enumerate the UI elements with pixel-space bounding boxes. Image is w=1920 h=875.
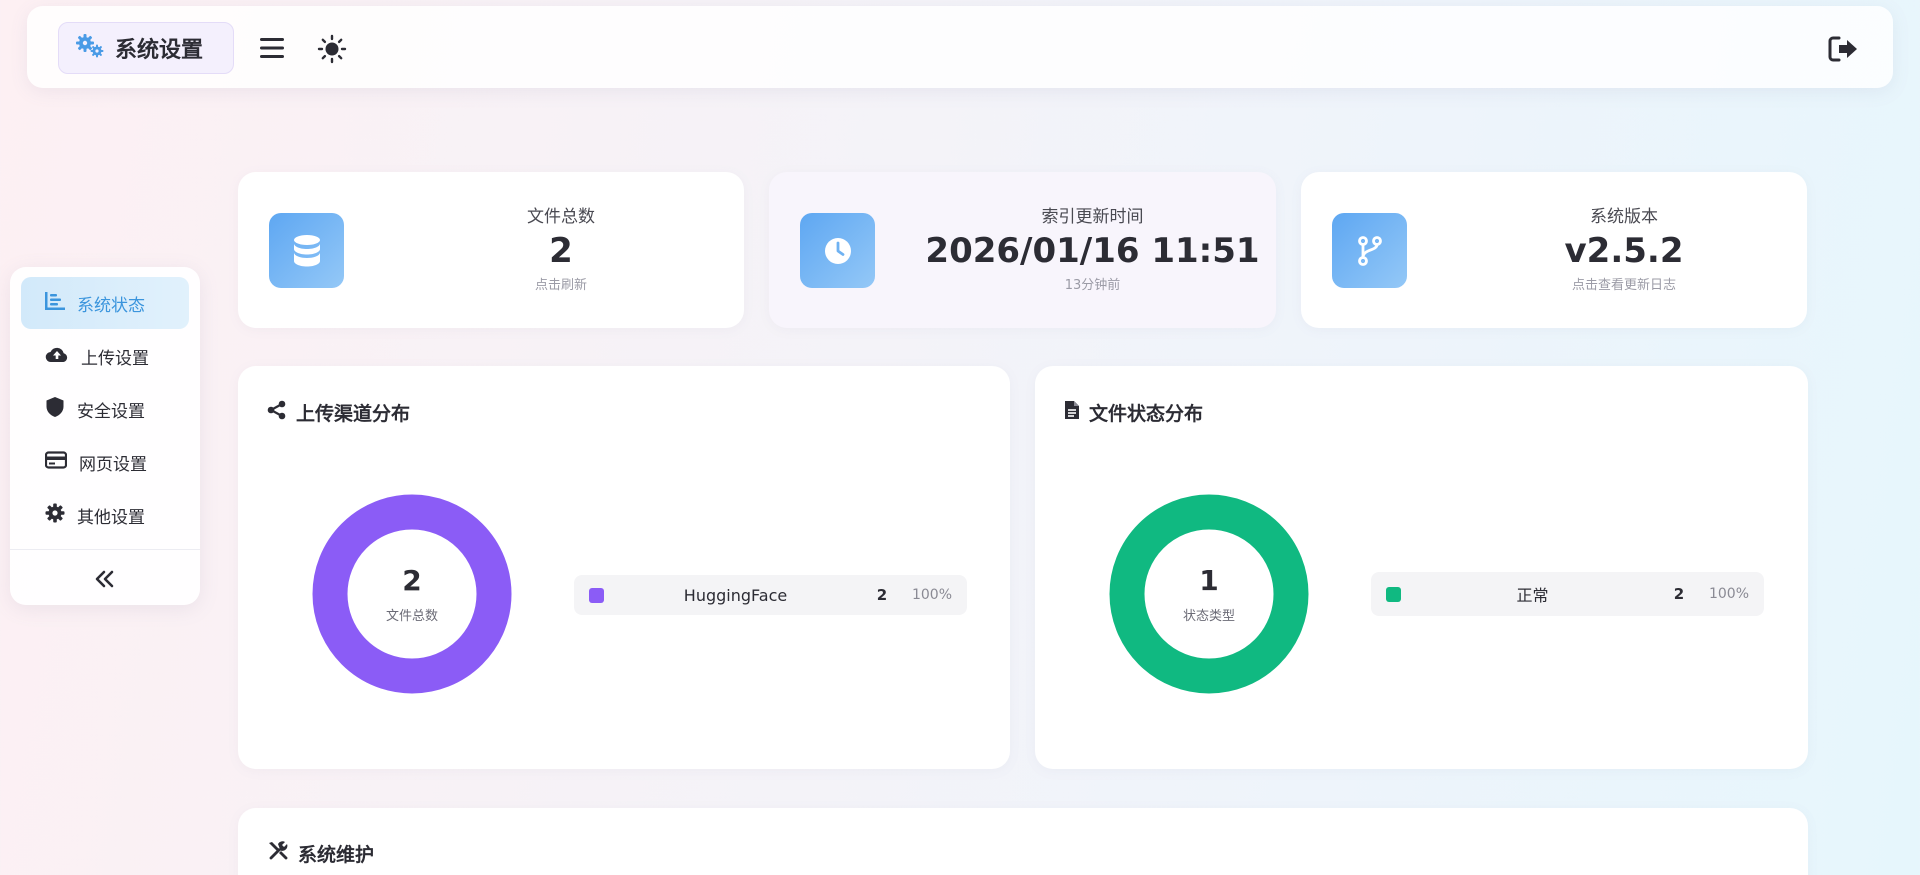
stat-label: 索引更新时间 <box>1041 207 1144 227</box>
legend-swatch <box>1386 586 1401 602</box>
file-status-panel: 文件状态分布 1 状态类型 正常 2 100% <box>1035 366 1808 769</box>
tools-icon <box>267 840 289 867</box>
share-nodes-icon <box>267 400 287 425</box>
clock-icon <box>800 213 875 288</box>
gear-icon <box>45 503 65 528</box>
sun-icon[interactable] <box>317 34 347 64</box>
sidebar-item-label: 网页设置 <box>79 454 147 475</box>
upload-channel-panel: 上传渠道分布 2 文件总数 HuggingFace 2 100% <box>238 366 1010 769</box>
sidebar-item-security-settings[interactable]: 安全设置 <box>21 383 189 435</box>
sidebar: 系统状态 上传设置 安全设置 网页设置 其他设置 <box>10 267 200 605</box>
chart-bar-icon <box>45 291 65 315</box>
code-branch-icon <box>1332 213 1407 288</box>
legend-item[interactable]: 正常 2 100% <box>1371 572 1764 616</box>
stat-label: 文件总数 <box>527 207 595 227</box>
sidebar-item-upload-settings[interactable]: 上传设置 <box>21 330 189 382</box>
cloud-upload-icon <box>45 345 69 368</box>
sidebar-item-label: 系统状态 <box>77 295 145 316</box>
logout-icon[interactable] <box>1827 35 1859 63</box>
stat-value: 2 <box>549 231 573 271</box>
legend-item[interactable]: HuggingFace 2 100% <box>574 575 967 615</box>
panel-title: 系统维护 <box>298 844 375 866</box>
stat-value: v2.5.2 <box>1564 231 1684 271</box>
stat-sub: 点击查看更新日志 <box>1571 278 1676 293</box>
sidebar-item-web-settings[interactable]: 网页设置 <box>21 436 189 488</box>
donut-center-label: 状态类型 <box>1182 609 1235 624</box>
page-title: 系统设置 <box>115 38 204 63</box>
stat-card-version[interactable]: 系统版本 v2.5.2 点击查看更新日志 <box>1301 172 1807 328</box>
system-maintenance-panel: 系统维护 <box>238 808 1808 875</box>
hamburger-menu-icon[interactable] <box>260 37 286 59</box>
donut-center-value: 1 <box>1199 564 1219 597</box>
brand-button[interactable]: 系统设置 <box>58 22 234 74</box>
sidebar-divider <box>10 549 200 550</box>
legend-swatch <box>589 587 604 603</box>
panel-title: 上传渠道分布 <box>296 403 411 425</box>
stat-sub: 点击刷新 <box>534 278 587 293</box>
stat-value: 2026/01/16 11:51 <box>925 231 1260 271</box>
panel-title: 文件状态分布 <box>1089 403 1204 425</box>
stat-card-index-update: 索引更新时间 2026/01/16 11:51 13分钟前 <box>769 172 1276 328</box>
legend-name: HuggingFace <box>683 585 788 605</box>
gears-icon <box>75 33 105 63</box>
top-header: 系统设置 <box>27 6 1893 88</box>
sidebar-item-label: 安全设置 <box>77 401 145 422</box>
sidebar-item-system-status[interactable]: 系统状态 <box>21 277 189 329</box>
sidebar-item-label: 其他设置 <box>77 507 145 528</box>
stat-sub: 13分钟前 <box>1064 278 1121 293</box>
sidebar-item-other-settings[interactable]: 其他设置 <box>21 489 189 541</box>
legend-percent: 100% <box>911 587 953 603</box>
database-icon <box>269 213 344 288</box>
donut-center-label: 文件总数 <box>385 609 438 624</box>
file-icon <box>1064 400 1080 425</box>
legend-percent: 100% <box>1708 586 1750 602</box>
credit-card-icon <box>44 450 68 474</box>
stat-card-file-count[interactable]: 文件总数 2 点击刷新 <box>238 172 744 328</box>
sidebar-item-label: 上传设置 <box>81 348 149 369</box>
legend-count: 2 <box>876 586 888 604</box>
shield-icon <box>45 396 65 423</box>
legend-name: 正常 <box>1516 586 1549 605</box>
stat-label: 系统版本 <box>1590 207 1658 227</box>
legend-count: 2 <box>1673 585 1685 603</box>
double-chevron-left-icon[interactable] <box>93 567 117 591</box>
donut-center-value: 2 <box>402 564 422 597</box>
